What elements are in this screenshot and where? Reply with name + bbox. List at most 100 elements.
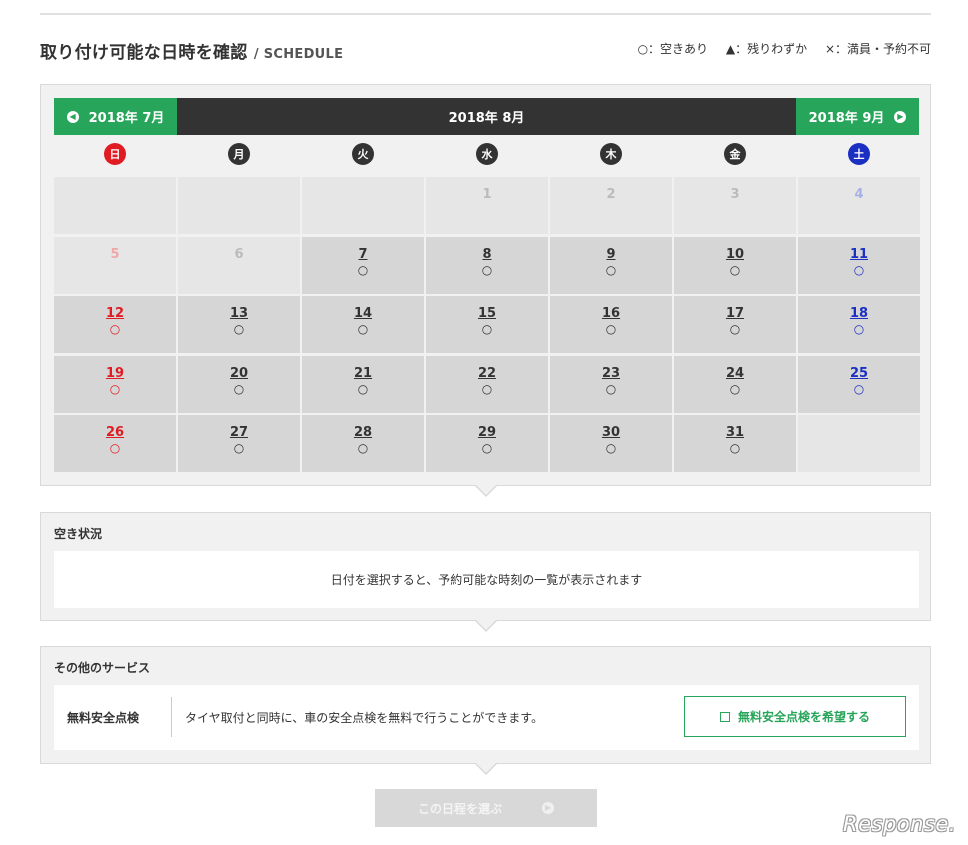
day-number: 15 xyxy=(477,306,497,321)
service-divider xyxy=(171,697,172,737)
pointer-arrow xyxy=(475,620,497,632)
prev-month-label: 2018年 7月 xyxy=(88,111,165,126)
chevron-right-icon: ▶ xyxy=(542,802,554,814)
select-date-label: この日程を選ぶ xyxy=(417,801,502,816)
response-logo: Response. xyxy=(843,812,956,836)
calendar-day[interactable]: 23 ○ xyxy=(550,355,672,413)
availability-mark: ○ xyxy=(233,322,245,336)
day-number: 24 xyxy=(725,365,745,381)
calendar-day[interactable]: 31 ○ xyxy=(674,415,796,472)
calendar-day: 2 xyxy=(550,177,672,234)
availability-message: 日付を選択すると、予約可能な時刻の一覧が表示されます xyxy=(330,573,643,587)
top-divider xyxy=(40,13,931,15)
day-number: 31 xyxy=(725,425,745,440)
day-number: 8 xyxy=(482,246,492,262)
weekday-6: 土 xyxy=(848,143,870,165)
safety-check-label: 無料安全点検を希望する xyxy=(737,710,870,724)
availability-mark: ○ xyxy=(357,441,369,455)
services-panel: その他のサービス 無料安全点検 タイヤ取付と同時に、車の安全点検を無料で行うこと… xyxy=(40,646,931,764)
calendar-day[interactable]: 10 ○ xyxy=(674,236,796,294)
availability-mark: ○ xyxy=(481,441,493,455)
calendar-day[interactable]: 14 ○ xyxy=(302,296,424,353)
availability-mark: ○ xyxy=(233,441,245,455)
chevron-right-icon: ▶ xyxy=(894,110,907,123)
pointer-arrow xyxy=(475,763,497,775)
select-date-button[interactable]: この日程を選ぶ ▶ xyxy=(375,789,597,827)
calendar-day[interactable]: 7 ○ xyxy=(302,236,424,294)
calendar-day[interactable]: 20 ○ xyxy=(178,355,300,413)
day-number: 26 xyxy=(105,425,125,440)
day-number: 16 xyxy=(601,306,621,321)
calendar-day[interactable]: 9 ○ xyxy=(550,236,672,294)
calendar-day[interactable]: 26 ○ xyxy=(54,415,176,472)
availability-mark: ○ xyxy=(853,322,865,336)
day-number: 2 xyxy=(606,187,616,202)
safety-check-button[interactable]: 無料安全点検を希望する xyxy=(684,696,906,737)
availability-mark: ○ xyxy=(357,381,369,396)
day-number: 17 xyxy=(725,306,745,321)
availability-mark: ○ xyxy=(605,262,617,277)
day-number: 3 xyxy=(730,187,740,202)
day-number: 10 xyxy=(725,246,745,262)
calendar-day[interactable]: 19 ○ xyxy=(54,355,176,413)
calendar-day[interactable]: 29 ○ xyxy=(426,415,548,472)
calendar-day[interactable]: 25 ○ xyxy=(798,355,920,413)
calendar-day[interactable]: 12 ○ xyxy=(54,296,176,353)
calendar-day: 1 xyxy=(426,177,548,234)
calendar-day[interactable]: 28 ○ xyxy=(302,415,424,472)
calendar-cell-empty xyxy=(178,177,300,234)
availability-mark: ○ xyxy=(729,322,741,336)
chevron-left-icon: ◀ xyxy=(66,110,79,123)
services-heading: その他のサービス xyxy=(54,661,151,675)
calendar-day[interactable]: 22 ○ xyxy=(426,355,548,413)
weekday-4: 木 xyxy=(600,143,622,165)
calendar-day[interactable]: 18 ○ xyxy=(798,296,920,353)
next-month-button[interactable]: 2018年 9月 ▶ xyxy=(796,98,919,135)
prev-month-button[interactable]: ◀ 2018年 7月 xyxy=(54,98,177,135)
day-number: 4 xyxy=(854,187,864,202)
availability-panel: 空き状況 日付を選択すると、予約可能な時刻の一覧が表示されます xyxy=(40,512,931,621)
calendar-day[interactable]: 13 ○ xyxy=(178,296,300,353)
availability-mark: ○ xyxy=(853,381,865,396)
calendar-day[interactable]: 15 ○ xyxy=(426,296,548,353)
availability-mark: ○ xyxy=(605,441,617,455)
availability-mark: ○ xyxy=(357,262,369,277)
weekday-1: 月 xyxy=(228,143,250,165)
calendar-cell-empty xyxy=(54,177,176,234)
day-number: 19 xyxy=(105,365,125,381)
availability-mark: ○ xyxy=(109,381,121,396)
availability-mark: ○ xyxy=(109,441,121,455)
calendar-day[interactable]: 8 ○ xyxy=(426,236,548,294)
availability-mark: ○ xyxy=(853,262,865,277)
availability-mark: ○ xyxy=(481,262,493,277)
legend-available: ○：空きあり xyxy=(637,42,709,56)
calendar-day[interactable]: 27 ○ xyxy=(178,415,300,472)
page-subtitle: / SCHEDULE xyxy=(253,47,344,62)
availability-heading: 空き状況 xyxy=(54,527,103,541)
day-number: 20 xyxy=(229,365,249,381)
calendar-day: 3 xyxy=(674,177,796,234)
calendar-day[interactable]: 24 ○ xyxy=(674,355,796,413)
calendar-panel: ◀ 2018年 7月 2018年 8月 2018年 9月 ▶ 日 月 火 水 木 金 土 1… xyxy=(40,84,931,486)
day-number: 18 xyxy=(849,306,869,321)
day-number: 11 xyxy=(849,246,869,262)
weekday-2: 火 xyxy=(352,143,374,165)
availability-mark: ○ xyxy=(481,381,493,396)
availability-mark: ○ xyxy=(109,322,121,336)
service-row: 無料安全点検 タイヤ取付と同時に、車の安全点検を無料で行うことができます。 無料… xyxy=(54,685,919,750)
legend-few-left: ▲：残りわずか xyxy=(725,42,808,56)
calendar-day[interactable]: 21 ○ xyxy=(302,355,424,413)
calendar-day[interactable]: 16 ○ xyxy=(550,296,672,353)
day-number: 5 xyxy=(110,246,120,262)
day-number: 14 xyxy=(353,306,373,321)
calendar-day[interactable]: 11 ○ xyxy=(798,236,920,294)
availability-mark: ○ xyxy=(729,262,741,277)
service-description: タイヤ取付と同時に、車の安全点検を無料で行うことができます。 xyxy=(185,711,544,725)
day-number: 21 xyxy=(353,365,373,381)
day-number: 22 xyxy=(477,365,497,381)
availability-mark: ○ xyxy=(729,441,741,455)
calendar-day[interactable]: 17 ○ xyxy=(674,296,796,353)
calendar-header: ◀ 2018年 7月 2018年 8月 2018年 9月 ▶ xyxy=(54,98,919,135)
weekday-3: 水 xyxy=(476,143,498,165)
calendar-day[interactable]: 30 ○ xyxy=(550,415,672,472)
